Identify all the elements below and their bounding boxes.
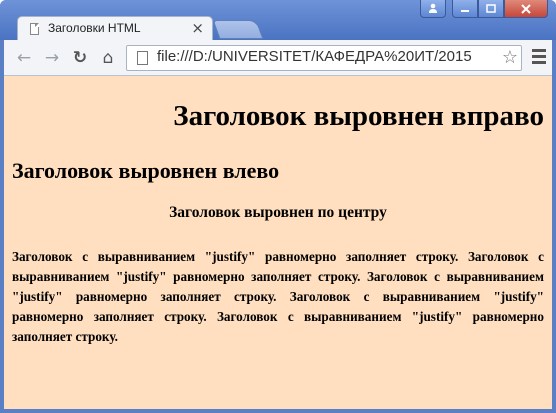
- back-icon[interactable]: ←: [13, 47, 35, 69]
- home-icon[interactable]: ⌂: [97, 47, 119, 69]
- reload-icon[interactable]: ↻: [69, 47, 91, 69]
- browser-toolbar: ← → ↻ ⌂ file:///D:/UNIVERSITET/КАФЕДРА%2…: [4, 40, 552, 76]
- new-tab-button[interactable]: [212, 20, 264, 39]
- window-controls: [420, 0, 548, 18]
- heading-center: Заголовок выровнен по центру: [169, 204, 387, 221]
- title-bar: Заголовки HTML ×: [0, 0, 556, 41]
- maximize-button[interactable]: [478, 0, 504, 18]
- address-bar[interactable]: file:///D:/UNIVERSITET/КАФЕДРА%20ИТ/2015…: [126, 45, 522, 71]
- heading-justify: Заголовок с выравниванием "justify" равн…: [12, 249, 544, 344]
- heading-right: Заголовок выровнен вправо: [173, 100, 544, 132]
- menu-icon[interactable]: [532, 49, 546, 67]
- tab-close-icon[interactable]: ×: [191, 19, 204, 37]
- user-icon[interactable]: [420, 0, 446, 18]
- page-icon: [137, 51, 148, 65]
- close-window-button[interactable]: [504, 0, 548, 18]
- tab-active[interactable]: Заголовки HTML ×: [17, 16, 213, 41]
- minimize-button[interactable]: [452, 0, 478, 18]
- page-content: Заголовок выровнен вправо Заголовок выро…: [4, 76, 552, 409]
- url-text[interactable]: file:///D:/UNIVERSITET/КАФЕДРА%20ИТ/2015: [157, 48, 497, 65]
- heading-left: Заголовок выровнен влево: [12, 158, 280, 183]
- page-icon: [30, 23, 39, 35]
- tab-title: Заголовки HTML: [48, 21, 141, 35]
- browser-window: Заголовки HTML × ← → ↻ ⌂ file:///D:/UNIV…: [0, 0, 556, 413]
- forward-icon[interactable]: →: [41, 47, 63, 69]
- bookmark-star-icon[interactable]: ☆: [502, 47, 518, 68]
